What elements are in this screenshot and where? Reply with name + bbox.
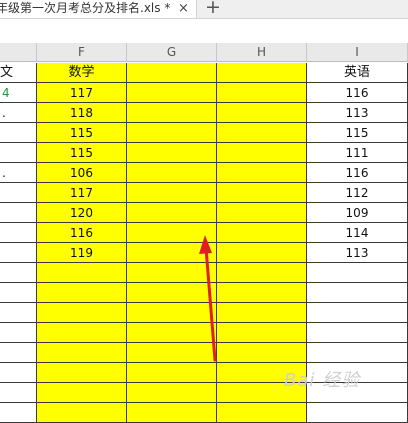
watermark: Bai 经验 [284, 370, 361, 391]
red-arrow-annotation [199, 235, 217, 362]
arrow-shaft [204, 246, 217, 362]
arrow-head [199, 235, 212, 254]
